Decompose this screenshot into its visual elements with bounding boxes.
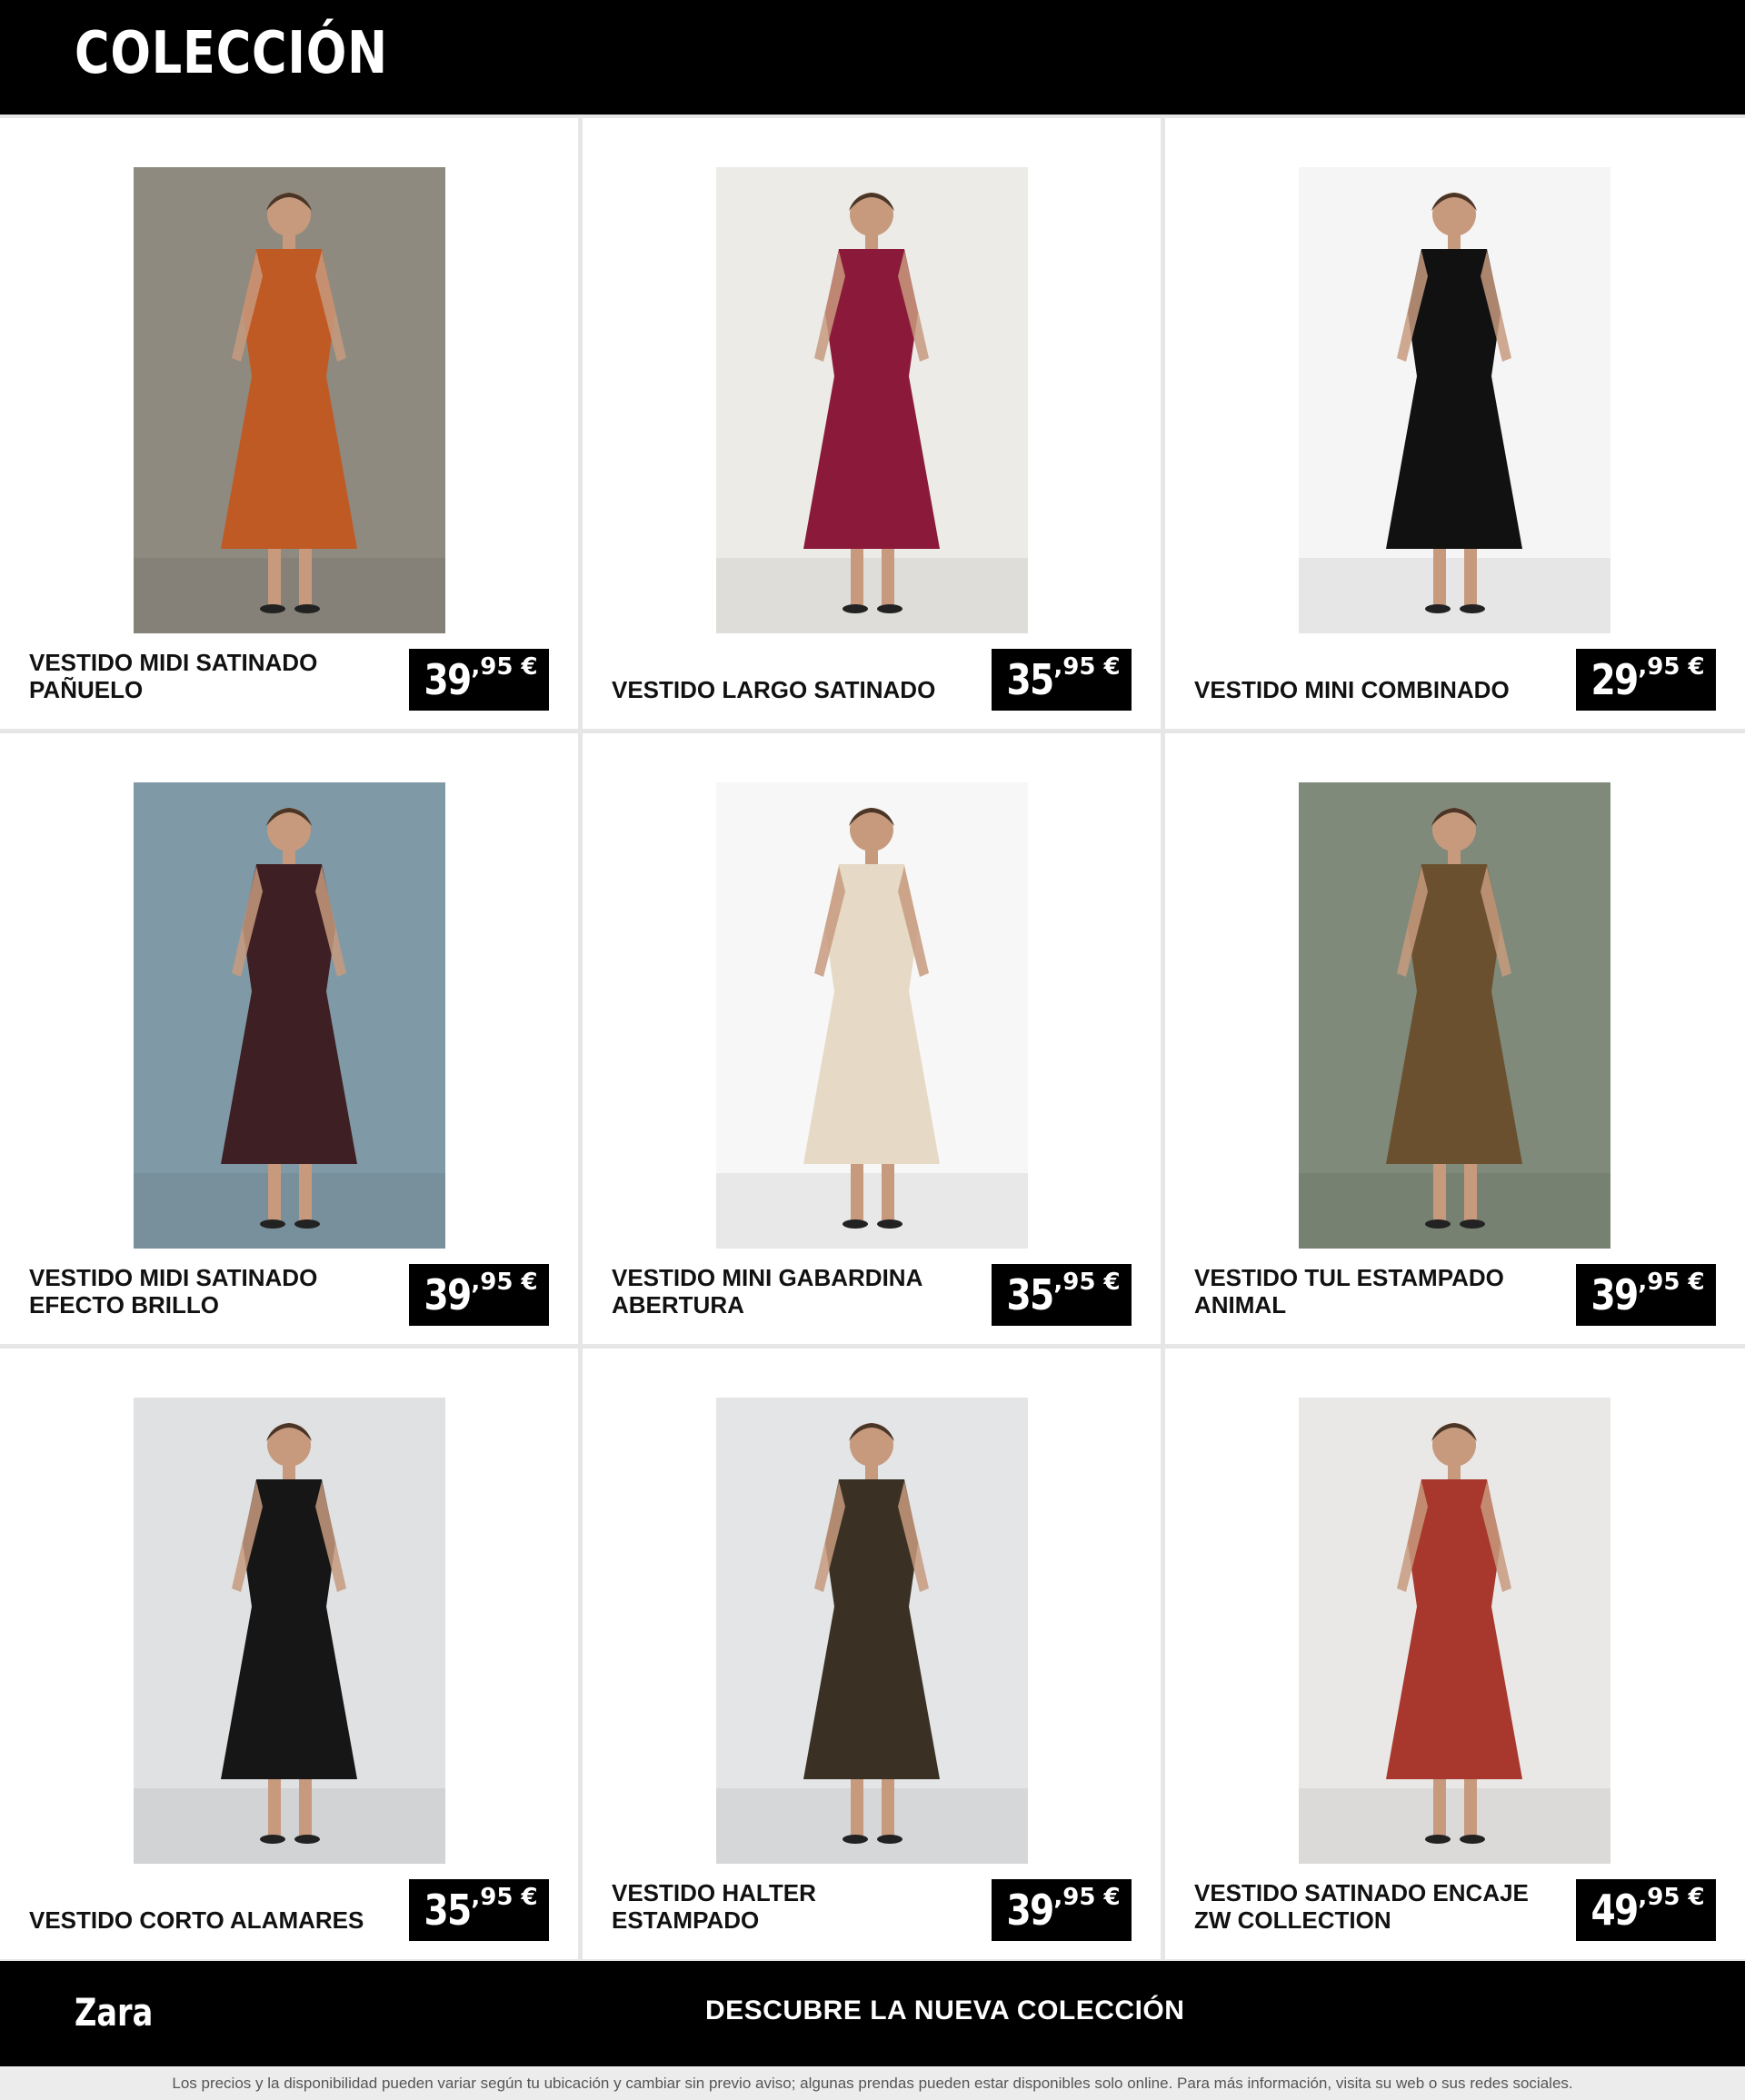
price-integer: 35 [424, 1886, 473, 1935]
product-photo[interactable] [134, 167, 445, 633]
product-photo[interactable] [1299, 1398, 1610, 1864]
product-card[interactable]: VESTIDO MIDI SATINADO EFECTO BRILLO 39,95… [0, 733, 578, 1344]
price-decimals: ,95 € [471, 653, 538, 681]
product-card[interactable]: VESTIDO MINI COMBINADO 29,95 € [1165, 118, 1745, 729]
brand-logo[interactable]: Zara [75, 1990, 153, 2035]
price-badge: 39,95 € [409, 1264, 549, 1326]
price-integer: 39 [1590, 1270, 1640, 1319]
price-badge: 39,95 € [992, 1879, 1132, 1941]
discover-collection-link[interactable]: DESCUBRE LA NUEVA COLECCIÓN [705, 1995, 1184, 2026]
product-card[interactable]: VESTIDO TUL ESTAMPADO ANIMAL 39,95 € [1165, 733, 1745, 1344]
product-name[interactable]: VESTIDO HALTER ESTAMPADO [612, 1879, 957, 1934]
price-decimals: ,95 € [1638, 653, 1705, 681]
price-decimals: ,95 € [1053, 1884, 1121, 1911]
product-name[interactable]: VESTIDO MIDI SATINADO PAÑUELO [29, 649, 374, 703]
price-integer: 49 [1590, 1886, 1640, 1935]
product-name[interactable]: VESTIDO LARGO SATINADO [612, 676, 957, 703]
product-photo[interactable] [716, 782, 1028, 1249]
product-photo[interactable] [716, 167, 1028, 633]
product-name[interactable]: VESTIDO MINI COMBINADO [1194, 676, 1540, 703]
price-badge: 35,95 € [992, 1264, 1132, 1326]
product-card[interactable]: VESTIDO LARGO SATINADO 35,95 € [583, 118, 1161, 729]
product-name[interactable]: VESTIDO SATINADO ENCAJE ZW COLLECTION [1194, 1879, 1540, 1934]
product-photo[interactable] [1299, 167, 1610, 633]
price-integer: 29 [1590, 655, 1640, 704]
price-badge: 39,95 € [409, 649, 549, 711]
price-integer: 35 [1006, 1270, 1055, 1319]
product-card[interactable]: VESTIDO SATINADO ENCAJE ZW COLLECTION 49,… [1165, 1349, 1745, 1959]
product-name[interactable]: VESTIDO MINI GABARDINA ABERTURA [612, 1264, 957, 1319]
price-decimals: ,95 € [1638, 1269, 1705, 1296]
price-badge: 35,95 € [992, 649, 1132, 711]
price-badge: 39,95 € [1576, 1264, 1716, 1326]
price-badge: 35,95 € [409, 1879, 549, 1941]
product-photo[interactable] [716, 1398, 1028, 1864]
price-decimals: ,95 € [1053, 653, 1121, 681]
price-badge: 29,95 € [1576, 649, 1716, 711]
disclaimer-text: Los precios y la disponibilidad pueden v… [0, 2066, 1745, 2100]
price-integer: 39 [424, 1270, 473, 1319]
price-integer: 35 [1006, 655, 1055, 704]
page-title: COLECCIÓN [75, 20, 388, 87]
product-name[interactable]: VESTIDO MIDI SATINADO EFECTO BRILLO [29, 1264, 374, 1319]
price-decimals: ,95 € [471, 1884, 538, 1911]
price-decimals: ,95 € [471, 1269, 538, 1296]
product-card[interactable]: VESTIDO MINI GABARDINA ABERTURA 35,95 € [583, 733, 1161, 1344]
header-bar: COLECCIÓN [0, 0, 1745, 114]
product-photo[interactable] [134, 782, 445, 1249]
footer-bar: Zara DESCUBRE LA NUEVA COLECCIÓN [0, 1961, 1745, 2066]
product-photo[interactable] [134, 1398, 445, 1864]
price-decimals: ,95 € [1638, 1884, 1705, 1911]
price-integer: 39 [1006, 1886, 1055, 1935]
price-badge: 49,95 € [1576, 1879, 1716, 1941]
product-card[interactable]: VESTIDO HALTER ESTAMPADO 39,95 € [583, 1349, 1161, 1959]
price-integer: 39 [424, 655, 473, 704]
product-card[interactable]: VESTIDO CORTO ALAMARES 35,95 € [0, 1349, 578, 1959]
product-name[interactable]: VESTIDO CORTO ALAMARES [29, 1906, 374, 1934]
product-grid: VESTIDO MIDI SATINADO PAÑUELO 39,95 € VEST… [0, 114, 1745, 1961]
product-photo[interactable] [1299, 782, 1610, 1249]
price-decimals: ,95 € [1053, 1269, 1121, 1296]
product-name[interactable]: VESTIDO TUL ESTAMPADO ANIMAL [1194, 1264, 1540, 1319]
product-card[interactable]: VESTIDO MIDI SATINADO PAÑUELO 39,95 € [0, 118, 578, 729]
